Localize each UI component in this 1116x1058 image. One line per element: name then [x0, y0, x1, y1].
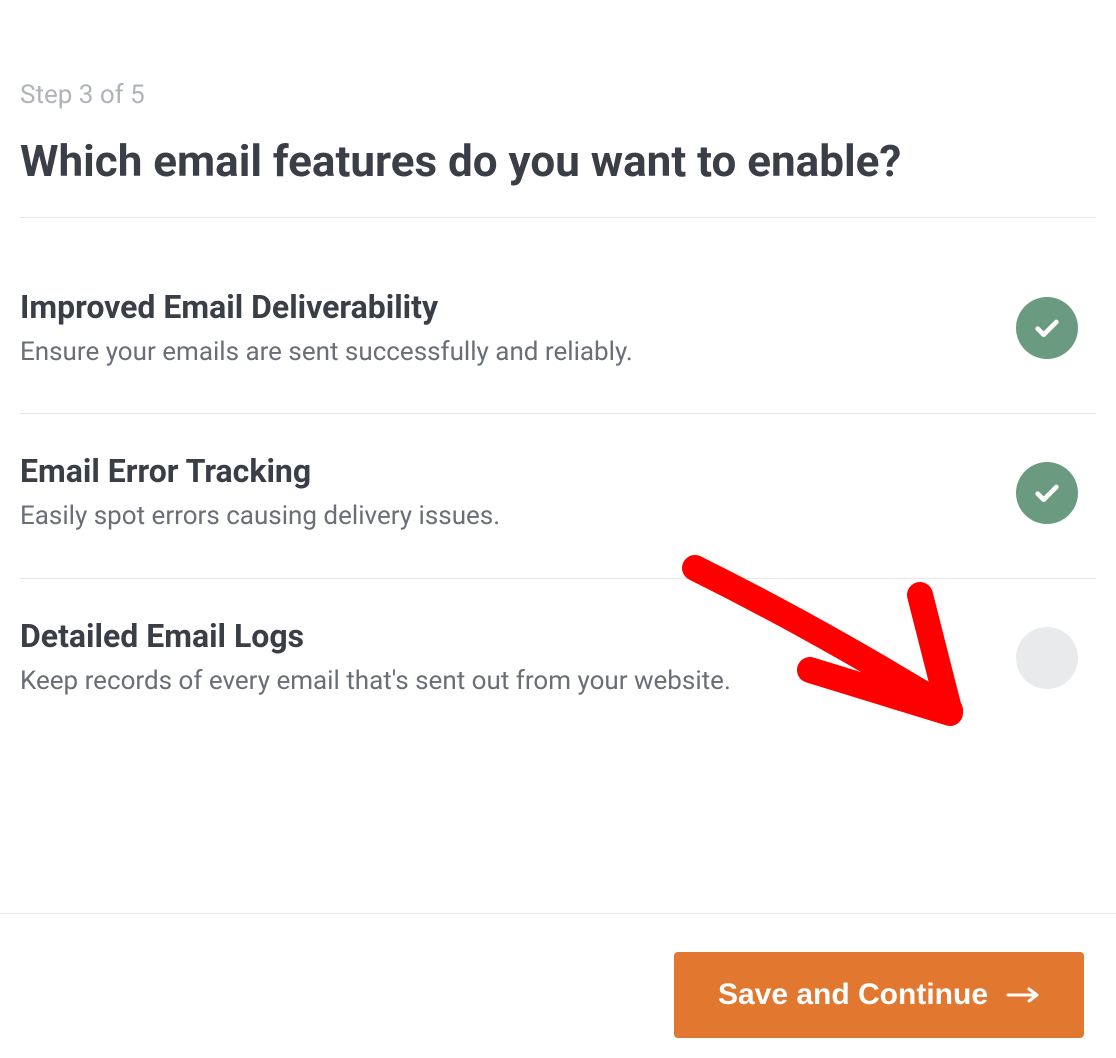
feature-text: Detailed Email Logs Keep records of ever… [20, 617, 1016, 699]
toggle-email-logs[interactable] [1016, 627, 1078, 689]
feature-text: Improved Email Deliverability Ensure you… [20, 288, 1016, 370]
feature-row-error-tracking: Email Error Tracking Easily spot errors … [20, 414, 1096, 579]
feature-description: Easily spot errors causing delivery issu… [20, 500, 996, 534]
step-indicator: Step 3 of 5 [20, 80, 1096, 110]
toggle-deliverability[interactable] [1016, 297, 1078, 359]
feature-row-deliverability: Improved Email Deliverability Ensure you… [20, 258, 1096, 415]
page-title: Which email features do you want to enab… [20, 136, 1096, 218]
toggle-error-tracking[interactable] [1016, 462, 1078, 524]
check-icon [1031, 312, 1063, 344]
feature-description: Keep records of every email that's sent … [20, 665, 996, 699]
save-button-label: Save and Continue [718, 978, 988, 1012]
feature-title: Improved Email Deliverability [20, 288, 996, 326]
feature-row-email-logs: Detailed Email Logs Keep records of ever… [20, 579, 1096, 759]
footer: Save and Continue [0, 913, 1116, 1058]
feature-list: Improved Email Deliverability Ensure you… [20, 258, 1096, 759]
save-and-continue-button[interactable]: Save and Continue [674, 952, 1084, 1038]
arrow-right-icon [1006, 986, 1040, 1004]
feature-description: Ensure your emails are sent successfully… [20, 336, 996, 370]
feature-text: Email Error Tracking Easily spot errors … [20, 452, 1016, 534]
feature-title: Detailed Email Logs [20, 617, 996, 655]
check-icon [1031, 477, 1063, 509]
feature-title: Email Error Tracking [20, 452, 996, 490]
